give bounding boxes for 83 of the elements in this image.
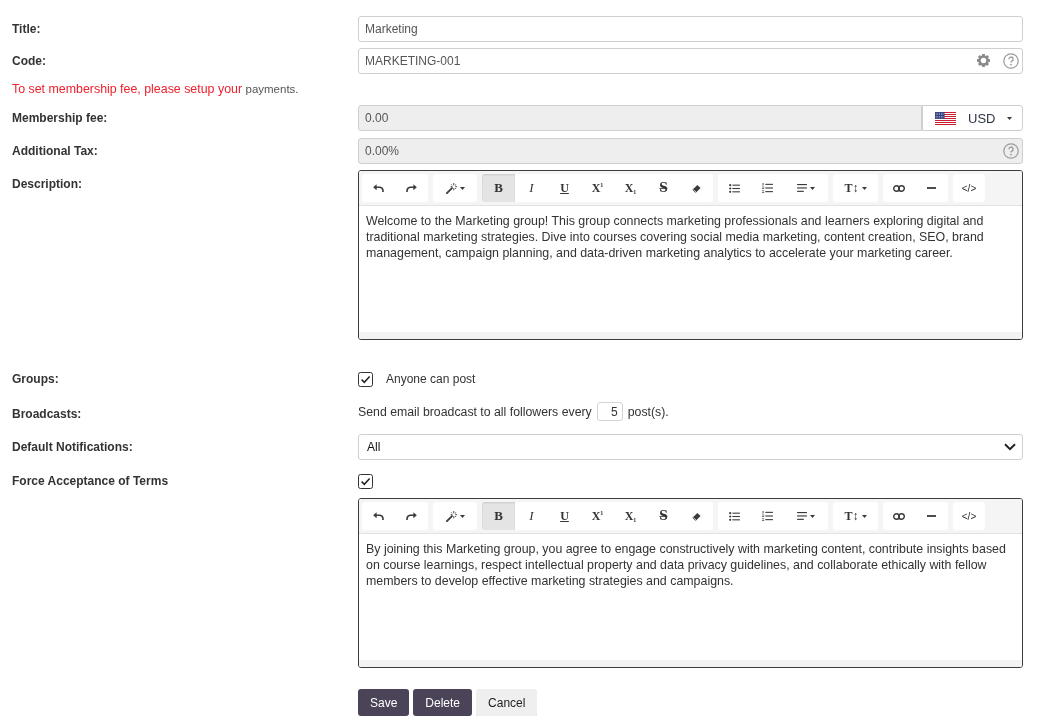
checkbox[interactable] <box>358 473 373 489</box>
strikethrough-button[interactable]: S̶ <box>647 174 680 202</box>
bullet-list-button[interactable] <box>718 502 751 530</box>
caret-icon <box>459 514 465 518</box>
save-button[interactable]: Save <box>358 689 410 716</box>
clear-format-button[interactable] <box>680 174 713 202</box>
bullet-list-button[interactable] <box>718 174 751 202</box>
payments-link[interactable]: payments. <box>245 83 299 95</box>
field-label: Title: <box>12 21 42 37</box>
subscript-button[interactable]: X$_{1}$ <box>614 174 647 202</box>
horizontal-line-icon <box>927 515 936 517</box>
redo-button[interactable] <box>395 502 428 530</box>
help-icon[interactable] <box>1003 53 1019 69</box>
field-label: Membership fee: <box>12 110 109 126</box>
link-icon <box>893 512 905 520</box>
field-label: Additional Tax: <box>12 143 99 159</box>
gear-icon[interactable] <box>977 54 990 67</box>
code-view-button[interactable]: </> <box>953 174 985 202</box>
eraser-icon <box>692 511 701 521</box>
delete-button[interactable]: Delete <box>413 689 473 716</box>
link-icon <box>893 184 905 192</box>
superscript-button[interactable]: X$^{1}$ <box>581 502 614 530</box>
broadcast-text: Send email broadcast to all followers every <box>358 404 592 419</box>
checkbox-label: Anyone can post <box>386 372 476 386</box>
italic-button[interactable]: I <box>515 174 548 202</box>
undo-button[interactable] <box>362 174 395 202</box>
caret-icon <box>810 186 815 190</box>
field-label: Default Notifications: <box>12 439 134 455</box>
field-label: Description: <box>12 176 83 192</box>
strikethrough-button[interactable]: S̶ <box>647 502 680 530</box>
help-icon[interactable] <box>1003 143 1019 159</box>
style-button[interactable] <box>433 502 477 530</box>
align-button[interactable] <box>784 174 828 202</box>
field-label: Code: <box>12 53 47 69</box>
font-size-button[interactable]: T↕ <box>833 502 878 530</box>
align-icon <box>797 184 807 192</box>
code-field[interactable]: MARKETING-001 <box>358 48 1023 74</box>
eraser-icon <box>692 183 701 193</box>
chevron-down-icon <box>1004 443 1016 451</box>
redo-icon <box>406 512 417 520</box>
clear-format-button[interactable] <box>680 502 713 530</box>
bullet-list-icon <box>729 183 740 193</box>
style-button[interactable] <box>433 174 477 202</box>
cancel-button[interactable]: Cancel <box>476 689 538 716</box>
align-button[interactable] <box>784 502 828 530</box>
magic-wand-icon <box>445 182 457 194</box>
flag-icon <box>935 111 956 125</box>
field-label: Groups: <box>12 371 60 387</box>
post-count-field[interactable]: 5 <box>596 402 623 421</box>
caret-icon <box>459 186 465 190</box>
italic-button[interactable]: I <box>515 502 548 530</box>
caret-icon <box>861 186 867 190</box>
code-view-button[interactable]: </> <box>953 502 985 530</box>
underline-button[interactable]: U <box>548 174 581 202</box>
bold-button[interactable]: B <box>482 174 515 202</box>
caret-icon <box>1007 116 1012 120</box>
align-icon <box>797 512 807 520</box>
title-field[interactable]: Marketing <box>358 16 1023 42</box>
horizontal-line-icon <box>927 187 936 189</box>
subscript-button[interactable]: X$_{1}$ <box>614 502 647 530</box>
font-size-button[interactable]: T↕ <box>833 174 878 202</box>
payment-notice: To set membership fee, please setup your payments. <box>11 81 300 97</box>
link-button[interactable] <box>883 174 915 202</box>
caret-icon <box>861 514 867 518</box>
magic-wand-icon <box>445 510 457 522</box>
superscript-button[interactable]: X$^{1}$ <box>581 174 614 202</box>
caret-icon <box>810 514 815 518</box>
numbered-list-icon <box>762 183 773 193</box>
checkbox[interactable] <box>358 371 373 387</box>
numbered-list-icon <box>762 511 773 521</box>
link-button[interactable] <box>883 502 915 530</box>
redo-button[interactable] <box>395 174 428 202</box>
field-label: Broadcasts: <box>12 406 83 422</box>
broadcast-unit-text: post(s). <box>627 404 669 419</box>
undo-icon <box>373 512 384 520</box>
underline-button[interactable]: U <box>548 502 581 530</box>
redo-icon <box>406 184 417 192</box>
field-label: Force Acceptance of Terms <box>12 473 170 489</box>
bold-button[interactable]: B <box>482 502 515 530</box>
notifications-select[interactable]: All <box>358 434 1023 460</box>
undo-icon <box>373 184 384 192</box>
bullet-list-icon <box>729 511 740 521</box>
undo-button[interactable] <box>362 502 395 530</box>
